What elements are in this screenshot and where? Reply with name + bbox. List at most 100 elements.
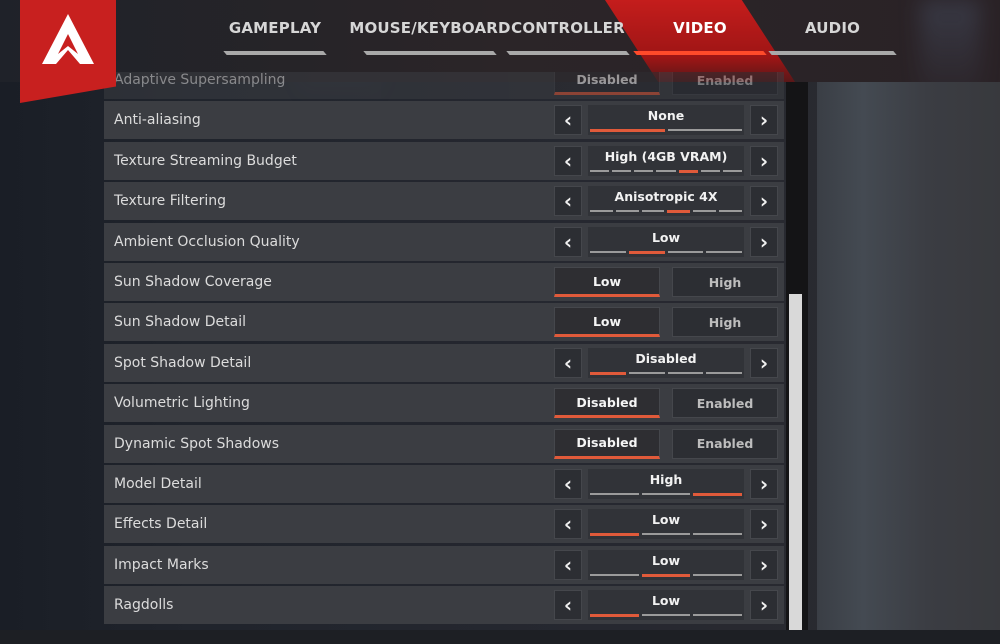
level-segment <box>641 533 691 536</box>
option-selector: ‹ High (4GB VRAM) › <box>554 145 778 176</box>
tab-label: AUDIO <box>804 18 861 37</box>
level-segment-active <box>590 129 665 133</box>
chevron-left-icon[interactable]: ‹ <box>554 590 582 621</box>
chevron-left-icon[interactable]: ‹ <box>554 186 582 217</box>
level-segment <box>719 210 742 213</box>
selector-value-box[interactable]: Low <box>588 509 744 540</box>
selected-value: High <box>649 472 683 487</box>
option-button-enabled[interactable]: Enabled <box>672 428 778 459</box>
setting-row: Spot Shadow Detail ‹ Disabled › <box>104 343 784 382</box>
setting-row: Effects Detail ‹ Low › <box>104 505 784 544</box>
option-button-disabled[interactable]: Disabled <box>554 428 660 459</box>
selector-value-box[interactable]: High (4GB VRAM) <box>588 145 744 176</box>
selector-value-box[interactable]: Low <box>588 226 744 257</box>
setting-row: Texture Filtering ‹ Anisotropic 4X › <box>104 182 784 221</box>
chevron-left-icon[interactable]: ‹ <box>554 226 582 257</box>
tab-audio[interactable]: AUDIO <box>768 0 897 55</box>
level-segment-active <box>693 493 743 496</box>
chevron-left-icon[interactable]: ‹ <box>554 549 582 580</box>
setting-row: Anti-aliasing ‹ None › <box>104 101 784 140</box>
level-segment <box>693 573 743 576</box>
option-selector: ‹ Anisotropic 4X › <box>554 186 778 217</box>
level-indicator <box>590 250 742 254</box>
tab-video[interactable]: VIDEO <box>633 0 767 55</box>
level-indicator <box>590 573 743 577</box>
option-button-enabled[interactable]: Enabled <box>672 72 778 95</box>
chevron-right-icon[interactable]: › <box>750 226 778 257</box>
chevron-right-icon[interactable]: › <box>750 549 778 580</box>
setting-row: Volumetric Lighting Disabled Enabled <box>104 384 784 423</box>
level-segment <box>693 614 743 617</box>
option-button-disabled[interactable]: Disabled <box>554 72 660 95</box>
tab-gameplay[interactable]: GAMEPLAY <box>223 0 327 55</box>
setting-label: Spot Shadow Detail <box>114 354 252 371</box>
tab-underline <box>223 51 327 55</box>
level-segment <box>700 169 720 172</box>
option-selector: ‹ None › <box>554 105 778 136</box>
selected-value: Anisotropic 4X <box>614 189 718 205</box>
level-segment <box>590 250 626 253</box>
option-button-low[interactable]: Low <box>554 267 660 297</box>
chevron-left-icon[interactable]: ‹ <box>554 145 582 176</box>
selector-value-box[interactable]: Low <box>588 590 744 621</box>
chevron-right-icon[interactable]: › <box>750 347 778 378</box>
chevron-right-icon[interactable]: › <box>750 145 778 176</box>
level-segment <box>590 169 610 172</box>
setting-label: Texture Streaming Budget <box>114 152 297 169</box>
level-segment <box>693 210 717 213</box>
chevron-right-icon[interactable]: › <box>750 590 778 621</box>
option-selector: ‹ High › <box>554 469 778 499</box>
option-button-high[interactable]: High <box>672 267 778 297</box>
bottom-bar <box>0 630 1000 644</box>
tab-label: CONTROLLER <box>511 18 625 37</box>
option-button-low[interactable]: Low <box>554 307 660 338</box>
level-segment <box>641 210 665 213</box>
setting-label: Dynamic Spot Shadows <box>114 435 280 452</box>
option-button-disabled[interactable]: Disabled <box>554 388 660 419</box>
option-toggle: Low High <box>554 307 778 338</box>
chevron-left-icon[interactable]: ‹ <box>554 347 582 378</box>
level-indicator <box>590 493 743 496</box>
tab-controller[interactable]: CONTROLLER <box>506 0 630 55</box>
selector-value-box[interactable]: None <box>588 105 744 136</box>
chevron-right-icon[interactable]: › <box>750 105 778 136</box>
option-selector: ‹ Low › <box>554 549 778 580</box>
selector-value-box[interactable]: Low <box>588 549 744 580</box>
selector-value-box[interactable]: Anisotropic 4X <box>588 186 744 217</box>
chevron-left-icon[interactable]: ‹ <box>554 469 582 499</box>
level-indicator <box>590 614 743 618</box>
level-indicator <box>590 533 743 537</box>
level-segment-active <box>590 371 626 375</box>
selector-value-box[interactable]: Disabled <box>588 347 744 378</box>
settings-tabs: GAMEPLAY MOUSE/KEYBOARD CONTROLLER VIDEO AUD… <box>223 0 945 82</box>
scrollbar-thumb[interactable] <box>789 294 802 630</box>
option-toggle: Disabled Enabled <box>554 388 778 419</box>
setting-label: Sun Shadow Detail <box>114 314 247 331</box>
chevron-left-icon[interactable]: ‹ <box>554 509 582 540</box>
level-segment <box>706 250 742 253</box>
tab-label: VIDEO <box>673 18 727 37</box>
setting-row: Model Detail ‹ High › <box>104 465 784 503</box>
chevron-right-icon[interactable]: › <box>750 186 778 217</box>
level-segment <box>706 371 742 374</box>
level-indicator <box>590 129 742 133</box>
option-selector: ‹ Disabled › <box>554 347 778 378</box>
level-segment <box>641 493 691 495</box>
setting-label: Anti-aliasing <box>114 112 201 129</box>
chevron-right-icon[interactable]: › <box>750 469 778 499</box>
selector-value-box[interactable]: High <box>588 469 744 499</box>
setting-row: Ragdolls ‹ Low › <box>104 586 784 625</box>
level-segment <box>612 169 632 172</box>
setting-label: Model Detail <box>114 476 202 492</box>
level-indicator <box>590 210 742 214</box>
tab-mouse-keyboard[interactable]: MOUSE/KEYBOARD <box>349 0 510 55</box>
scrollbar[interactable] <box>786 82 808 630</box>
level-segment <box>590 210 613 213</box>
chevron-left-icon[interactable]: ‹ <box>554 105 582 136</box>
option-button-enabled[interactable]: Enabled <box>672 388 778 419</box>
chevron-right-icon[interactable]: › <box>750 509 778 540</box>
apex-logo-icon <box>42 14 94 64</box>
option-button-high[interactable]: High <box>672 307 778 338</box>
level-segment <box>641 614 691 617</box>
setting-row: Texture Streaming Budget ‹ High (4GB VRAM)… <box>104 141 784 180</box>
